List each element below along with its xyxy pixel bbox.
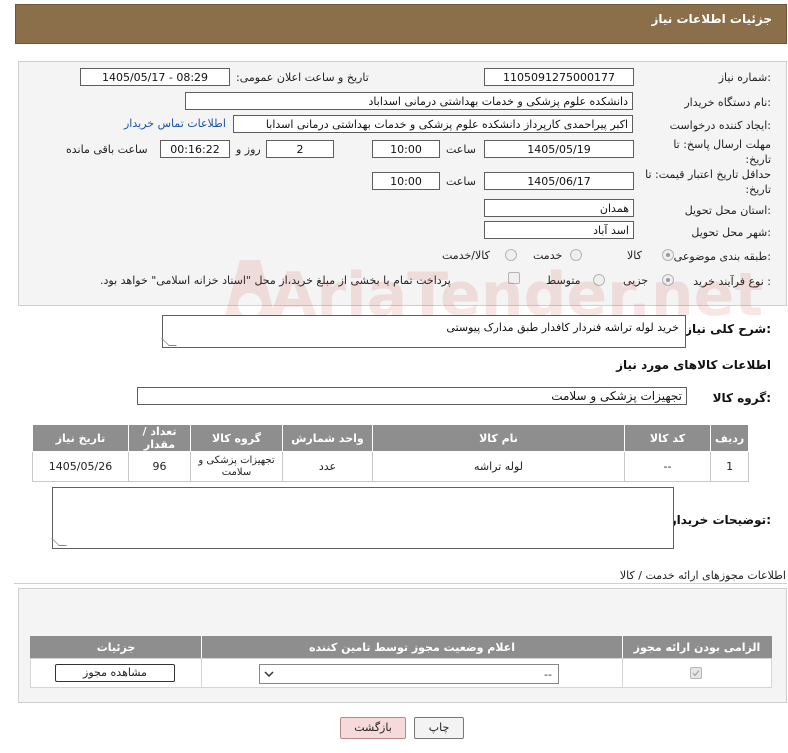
requester-label: ایجاد کننده درخواست: [669,119,771,132]
requester-field[interactable]: اکبر پیراحمدی کارپرداز دانشکده علوم پزشک… [233,115,633,133]
announce-datetime-field[interactable]: 1405/05/17 - 08:29 [80,68,230,86]
col-group: گروه کالا [190,424,283,452]
col-name: نام کالا [372,424,625,452]
page-title: جزئیات اطلاعات نیاز [651,12,772,26]
reply-date-field[interactable]: 1405/05/19 [484,140,634,158]
goods-table: ردیف کد کالا نام کالا واحد شمارش گروه کا… [32,424,750,482]
remaining-time-field[interactable]: 00:16:22 [160,140,230,158]
permit-status-selected: -- [544,668,552,681]
resize-handle-icon[interactable] [161,338,177,346]
treasury-payment-checkbox[interactable] [508,272,520,284]
reply-time-field[interactable]: 10:00 [372,140,440,158]
days-label: روز و [236,143,261,156]
goods-section-title: اطلاعات کالاهای مورد نیاز [616,358,771,372]
goods-table-wrap: ردیف کد کالا نام کالا واحد شمارش گروه کا… [32,424,750,482]
category-label: طبقه بندی موضوعی: [673,250,771,263]
need-number-field[interactable]: 1105091275000177 [484,68,634,86]
category-goods-radio[interactable] [662,249,674,261]
column-divider [201,658,202,688]
cell-unit: عدد [282,451,373,482]
process-minor-radio[interactable] [662,274,674,286]
col-code: کد کالا [624,424,711,452]
goods-group-label: گروه کالا: [712,391,771,405]
buyer-notes-textarea[interactable] [51,487,674,549]
treasury-payment-note: پرداخت تمام یا بخشی از مبلغ خرید،از محل … [100,274,451,287]
col-row: ردیف [709,424,750,452]
permits-section-title: اطلاعات مجوزهای ارائه خدمت / کالا [619,569,786,582]
process-medium-label: متوسط [546,274,581,287]
view-permit-button[interactable]: مشاهده مجوز [55,664,175,682]
goods-group-field[interactable]: تجهیزات پزشکی و سلامت [137,387,687,405]
column-divider [622,658,623,688]
category-service-label: خدمت [533,249,563,262]
description-text: خرید لوله تراشه فنردار کافدار طبق مدارک … [446,321,679,334]
price-validity-date-field[interactable]: 1405/06/17 [484,172,634,190]
buyer-org-field[interactable]: دانشکده علوم پزشکی و خدمات بهداشتی درمان… [185,92,633,110]
cell-row: 1 [709,451,750,482]
permit-required-checkbox [690,667,702,679]
permit-status-header: اعلام وضعیت مجوز توسط تامین کننده [309,641,515,654]
resize-handle-icon[interactable] [51,538,67,546]
category-goods-service-label: کالا/خدمت [442,249,490,262]
category-goods-label: کالا [627,249,642,262]
city-field[interactable]: اسد آباد [484,221,634,239]
chevron-down-icon [264,671,274,678]
col-unit: واحد شمارش [282,424,373,452]
checkmark-icon [692,670,700,677]
category-goods-service-radio[interactable] [505,249,517,261]
description-label: شرح کلی نیاز: [685,322,771,336]
reply-deadline-label: مهلت ارسال پاسخ: تا تاریخ: [673,138,771,166]
price-validity-time-field[interactable]: 10:00 [372,172,440,190]
cell-code: -- [624,451,711,482]
buyer-org-label: نام دستگاه خریدار: [684,96,771,109]
cell-qty: 96 [128,451,191,482]
permit-details-header: جزئیات [96,641,136,654]
province-field[interactable]: همدان [484,199,634,217]
remaining-days-field[interactable]: 2 [266,140,334,158]
remaining-time-label: ساعت باقی مانده [66,143,148,156]
print-button[interactable]: چاپ [414,717,464,739]
buyer-notes-label: توضیحات خریدار: [669,513,771,527]
category-service-radio[interactable] [570,249,582,261]
permit-status-select[interactable]: -- [259,664,559,684]
cell-group: تجهیزات پزشکی و سلامت [190,451,283,482]
table-row: 1 -- لوله تراشه عدد تجهیزات پزشکی و سلام… [32,451,750,482]
divider [14,583,787,584]
price-time-label: ساعت [446,175,476,188]
cell-name: لوله تراشه [372,451,625,482]
back-button[interactable]: بازگشت [340,717,406,739]
need-number-label: شماره نیاز: [718,71,771,84]
buyer-contact-link[interactable]: اطلاعات تماس خریدار [124,117,226,130]
col-qty: تعداد / مقدار [128,424,191,452]
price-validity-label: حداقل تاریخ اعتبار قیمت: تا تاریخ: [645,168,771,196]
announce-label: تاریخ و ساعت اعلان عمومی: [236,71,369,84]
col-date: تاریخ نیاز [32,424,129,452]
description-textarea[interactable]: خرید لوله تراشه فنردار کافدار طبق مدارک … [161,315,686,348]
process-medium-radio[interactable] [593,274,605,286]
province-label: استان محل تحویل: [684,204,771,217]
process-minor-label: جزیی [623,274,649,287]
permit-required-header: الزامی بودن ارائه مجوز [633,641,761,654]
city-label: شهر محل تحویل: [691,226,771,239]
cell-date: 1405/05/26 [32,451,129,482]
process-type-label: نوع فرآیند خرید : [693,275,771,288]
reply-time-label: ساعت [446,143,476,156]
